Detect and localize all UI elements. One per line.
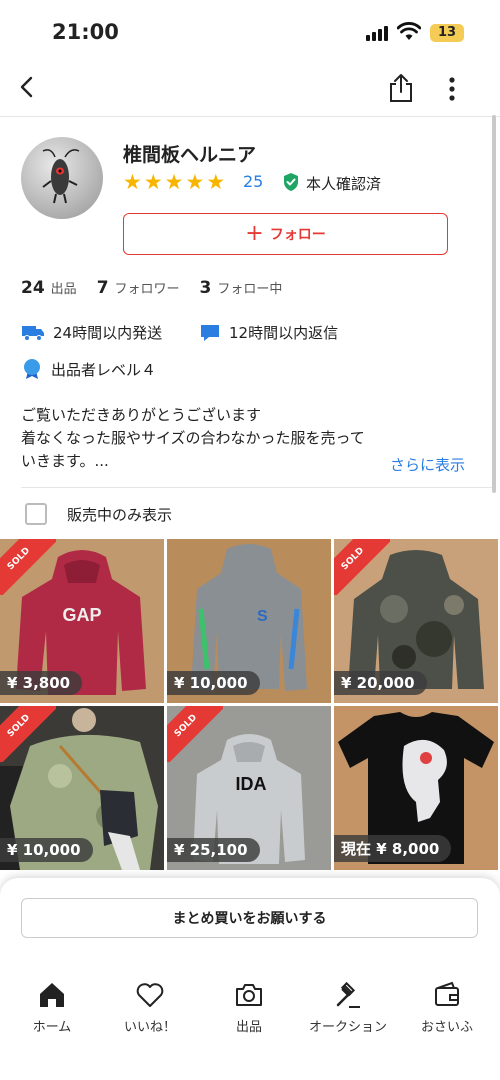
- sold-ribbon: SOLD: [0, 539, 56, 595]
- tab-likes[interactable]: いいね！: [100, 980, 200, 1035]
- item-price: ¥ 25,100: [167, 838, 260, 862]
- item-card[interactable]: 現在 ¥ 8,000: [334, 706, 498, 870]
- wifi-icon: [397, 22, 421, 40]
- star-icon: ★: [143, 170, 163, 194]
- review-count[interactable]: 25: [243, 172, 263, 191]
- star-icon: ★: [206, 170, 226, 194]
- feature-reply: 12時間以内返信: [199, 322, 338, 343]
- tab-label: ホーム: [32, 1020, 72, 1035]
- feature-level: 出品者レベル４: [21, 358, 156, 380]
- on-sale-only-checkbox[interactable]: [25, 503, 47, 525]
- seller-name: 椎間板ヘルニア: [123, 144, 257, 166]
- tab-label: いいね！: [123, 1020, 176, 1035]
- bio-line: 着なくなった服やサイズの合わなかった服を売って: [21, 429, 365, 447]
- follow-button[interactable]: + フォロー: [123, 213, 448, 255]
- item-price: ¥ 10,000: [0, 838, 93, 862]
- item-price: ¥ 3,800: [0, 671, 83, 695]
- item-card[interactable]: SOLD ¥ 20,000: [334, 539, 498, 703]
- sold-ribbon: SOLD: [167, 706, 223, 762]
- bio-line: ご覧いただきありがとうございます: [21, 406, 262, 424]
- more-options-icon[interactable]: [441, 76, 463, 102]
- plankton-avatar-image: [42, 149, 80, 204]
- stat-following[interactable]: 3 フォロー中: [200, 278, 283, 298]
- tab-auction[interactable]: オークション: [298, 980, 398, 1035]
- stat-label: フォロー中: [217, 282, 283, 297]
- home-icon: [40, 983, 64, 1007]
- stat-followers[interactable]: 7 フォロワー: [97, 278, 180, 298]
- feature-shipping: 24時間以内発送: [21, 322, 162, 343]
- verified-label: 本人確認済: [306, 175, 382, 193]
- item-price: 現在 ¥ 8,000: [334, 835, 452, 862]
- svg-text:S: S: [257, 608, 268, 625]
- feature-shipping-label: 24時間以内発送: [53, 324, 163, 342]
- stat-value: 3: [199, 278, 212, 298]
- sold-ribbon: SOLD: [334, 539, 390, 595]
- on-sale-only-label[interactable]: 販売中のみ表示: [67, 504, 172, 525]
- svg-text:IDA: IDA: [236, 774, 267, 794]
- stat-value: 24: [21, 278, 45, 298]
- sold-label: SOLD: [334, 539, 390, 595]
- truck-icon: [22, 325, 44, 341]
- seller-stats: 24 出品 7 フォロワー 3 フォロー中: [21, 278, 302, 298]
- show-more-link[interactable]: さらに表示: [390, 454, 465, 475]
- stat-label: 出品: [50, 282, 77, 297]
- item-card[interactable]: S ¥ 10,000: [167, 539, 331, 703]
- nav-divider: [0, 116, 500, 117]
- divider: [21, 487, 493, 488]
- star-icon: ★: [123, 170, 142, 194]
- feature-reply-label: 12時間以内返信: [229, 324, 339, 342]
- tab-wallet[interactable]: おさいふ: [397, 980, 497, 1035]
- item-price: ¥ 10,000: [167, 671, 260, 695]
- heart-icon: [136, 983, 164, 1007]
- item-card[interactable]: GAP SOLD ¥ 3,800: [0, 539, 164, 703]
- item-card[interactable]: IDA SOLD ¥ 25,100: [167, 706, 331, 870]
- feature-level-label: 出品者レベル４: [51, 360, 157, 379]
- tab-sell[interactable]: 出品: [199, 980, 299, 1035]
- avatar[interactable]: [21, 137, 103, 219]
- rating-stars[interactable]: ★ ★ ★ ★ ★: [123, 170, 225, 194]
- star-icon: ★: [185, 170, 205, 194]
- gavel-icon: [336, 981, 360, 1008]
- star-icon: ★: [164, 170, 184, 194]
- tab-label: 出品: [235, 1020, 262, 1035]
- sold-ribbon: SOLD: [0, 706, 56, 762]
- stat-listings[interactable]: 24 出品: [21, 278, 77, 298]
- cellular-signal-icon: [366, 26, 388, 41]
- plus-icon: +: [245, 221, 264, 246]
- sold-label: SOLD: [167, 706, 223, 762]
- back-arrow-icon[interactable]: [14, 72, 42, 102]
- item-card[interactable]: SOLD ¥ 10,000: [0, 706, 164, 870]
- bulk-buy-request-button[interactable]: まとめ買いをお願いする: [21, 898, 478, 938]
- tab-label: おさいふ: [420, 1020, 473, 1035]
- follow-label: フォロー: [269, 227, 326, 243]
- svg-text:GAP: GAP: [62, 605, 101, 625]
- item-price: ¥ 20,000: [334, 671, 427, 695]
- tab-label: オークション: [308, 1020, 387, 1035]
- verified-shield-icon: [284, 173, 298, 191]
- tab-home[interactable]: ホーム: [2, 980, 102, 1035]
- wallet-icon: [435, 981, 459, 1006]
- badge-ribbon-icon: [24, 359, 40, 379]
- sold-label: SOLD: [0, 706, 56, 762]
- camera-icon: [236, 984, 262, 1006]
- scrollbar[interactable]: [492, 115, 496, 493]
- sold-label: SOLD: [0, 539, 56, 595]
- chat-bubble-icon: [201, 324, 219, 341]
- stat-label: フォロワー: [114, 282, 180, 297]
- share-icon[interactable]: [386, 72, 416, 104]
- stat-value: 7: [96, 278, 109, 298]
- status-time: 21:00: [52, 20, 119, 44]
- battery-icon: 13: [430, 24, 464, 42]
